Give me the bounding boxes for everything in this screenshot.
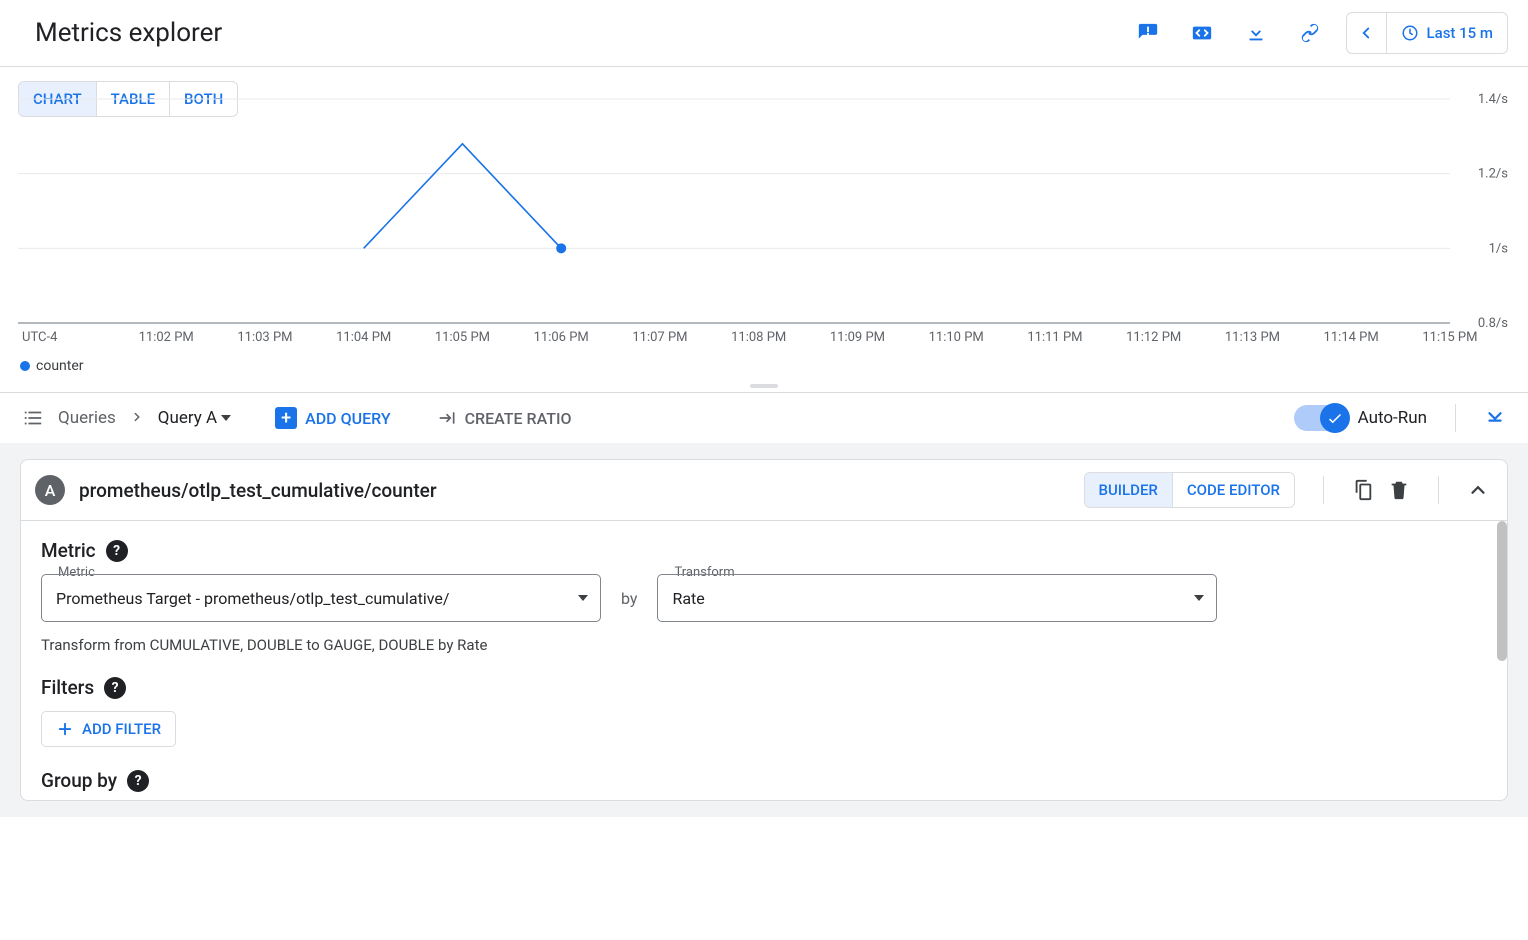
transform-select[interactable]: Rate: [657, 574, 1217, 622]
groupby-heading-label: Group by: [41, 769, 117, 792]
add-query-label: ADD QUERY: [305, 409, 390, 428]
chart-panel: CHART TABLE BOTH 1.4/s1.2/s1/s0.8/s11:02…: [0, 67, 1528, 380]
metric-select[interactable]: Prometheus Target - prometheus/otlp_test…: [41, 574, 601, 622]
metric-heading: Metric ?: [41, 539, 1487, 562]
transform-field: Transform Rate: [657, 574, 1217, 622]
panel-resize-handle[interactable]: [0, 380, 1528, 392]
queries-list-icon: [22, 407, 44, 429]
scrollbar[interactable]: [1497, 521, 1507, 661]
link-icon[interactable]: [1292, 15, 1328, 51]
query-card: A prometheus/otlp_test_cumulative/counte…: [20, 459, 1508, 801]
code-editor-tab[interactable]: CODE EDITOR: [1172, 473, 1294, 507]
help-icon[interactable]: ?: [104, 677, 126, 699]
query-name-label: Query A: [158, 408, 217, 428]
chart-legend: counter: [18, 358, 1510, 374]
caret-down-icon: [1194, 595, 1204, 601]
duplicate-query-button[interactable]: [1352, 479, 1374, 501]
auto-run-toggle[interactable]: [1294, 405, 1348, 431]
metric-heading-label: Metric: [41, 539, 96, 562]
legend-marker-icon: [20, 361, 30, 371]
svg-text:11:08 PM: 11:08 PM: [731, 330, 786, 345]
svg-text:1.4/s: 1.4/s: [1478, 92, 1508, 107]
queries-body: A prometheus/otlp_test_cumulative/counte…: [0, 443, 1528, 817]
add-query-button[interactable]: + ADD QUERY: [269, 403, 396, 433]
legend-label: counter: [36, 358, 84, 374]
svg-text:11:02 PM: 11:02 PM: [139, 330, 194, 345]
query-toolbar: Queries Query A + ADD QUERY CREATE RATIO…: [0, 392, 1528, 443]
svg-text:11:04 PM: 11:04 PM: [336, 330, 391, 345]
svg-text:11:15 PM: 11:15 PM: [1422, 330, 1477, 345]
query-badge: A: [35, 475, 65, 505]
svg-text:11:05 PM: 11:05 PM: [435, 330, 490, 345]
time-range-label: Last 15 m: [1427, 24, 1493, 42]
query-card-body: Metric ? Metric Prometheus Target - prom…: [21, 520, 1507, 800]
help-icon[interactable]: ?: [127, 770, 149, 792]
auto-run-label: Auto-Run: [1358, 408, 1427, 428]
svg-text:1/s: 1/s: [1489, 241, 1509, 256]
query-selector[interactable]: Query A: [158, 408, 231, 428]
queries-label: Queries: [58, 408, 116, 428]
transform-note: Transform from CUMULATIVE, DOUBLE to GAU…: [41, 636, 1487, 654]
add-filter-button[interactable]: ADD FILTER: [41, 711, 176, 747]
svg-text:11:10 PM: 11:10 PM: [929, 330, 984, 345]
add-filter-label: ADD FILTER: [82, 720, 161, 738]
metric-row: Metric Prometheus Target - prometheus/ot…: [41, 574, 1487, 622]
svg-text:11:09 PM: 11:09 PM: [830, 330, 885, 345]
caret-down-icon: [221, 415, 231, 421]
caret-down-icon: [578, 595, 588, 601]
auto-run-toggle-wrap: Auto-Run: [1294, 405, 1427, 431]
code-icon[interactable]: [1184, 15, 1220, 51]
svg-text:11:12 PM: 11:12 PM: [1126, 330, 1181, 345]
toggle-knob-icon: [1320, 403, 1350, 433]
divider: [1323, 476, 1324, 504]
divider: [1455, 404, 1456, 432]
by-label: by: [621, 589, 637, 608]
svg-text:11:03 PM: 11:03 PM: [237, 330, 292, 345]
svg-text:11:07 PM: 11:07 PM: [632, 330, 687, 345]
transform-value: Rate: [672, 589, 704, 608]
time-prev-button[interactable]: [1347, 13, 1387, 53]
breadcrumb-chevron-icon: [130, 408, 144, 429]
groupby-heading: Group by ?: [41, 769, 1487, 792]
filters-heading: Filters ?: [41, 676, 1487, 699]
delete-query-button[interactable]: [1388, 479, 1410, 501]
collapse-all-button[interactable]: [1484, 405, 1506, 431]
plus-icon: +: [275, 407, 297, 429]
editor-mode-tabs: BUILDER CODE EDITOR: [1084, 472, 1295, 508]
svg-text:11:14 PM: 11:14 PM: [1324, 330, 1379, 345]
page-title: Metrics explorer: [35, 18, 222, 48]
svg-text:11:06 PM: 11:06 PM: [534, 330, 589, 345]
svg-text:UTC-4: UTC-4: [22, 330, 58, 345]
svg-text:1.2/s: 1.2/s: [1478, 167, 1508, 182]
page-header: Metrics explorer Last 15 m: [0, 0, 1528, 67]
chart[interactable]: 1.4/s 1.2/s 1/s 0.8/s 11:02 PM 11:03 PM 11:04 …: [18, 91, 1510, 356]
svg-text:11:11 PM: 11:11 PM: [1027, 330, 1082, 345]
svg-text:0.8/s: 0.8/s: [1478, 316, 1508, 331]
create-ratio-button[interactable]: CREATE RATIO: [437, 408, 572, 428]
metric-value: Prometheus Target - prometheus/otlp_test…: [56, 589, 449, 608]
query-card-header: A prometheus/otlp_test_cumulative/counte…: [21, 460, 1507, 520]
time-range-button[interactable]: Last 15 m: [1387, 13, 1507, 53]
svg-text:11:13 PM: 11:13 PM: [1225, 330, 1280, 345]
collapse-query-button[interactable]: [1467, 479, 1489, 501]
download-icon[interactable]: [1238, 15, 1274, 51]
feedback-icon[interactable]: [1130, 15, 1166, 51]
create-ratio-label: CREATE RATIO: [465, 409, 572, 428]
query-title: prometheus/otlp_test_cumulative/counter: [79, 479, 437, 502]
divider: [1438, 476, 1439, 504]
time-range-picker: Last 15 m: [1346, 12, 1508, 54]
filters-heading-label: Filters: [41, 676, 94, 699]
header-actions: Last 15 m: [1130, 12, 1508, 54]
help-icon[interactable]: ?: [106, 540, 128, 562]
builder-tab[interactable]: BUILDER: [1085, 473, 1172, 507]
metric-field: Metric Prometheus Target - prometheus/ot…: [41, 574, 601, 622]
